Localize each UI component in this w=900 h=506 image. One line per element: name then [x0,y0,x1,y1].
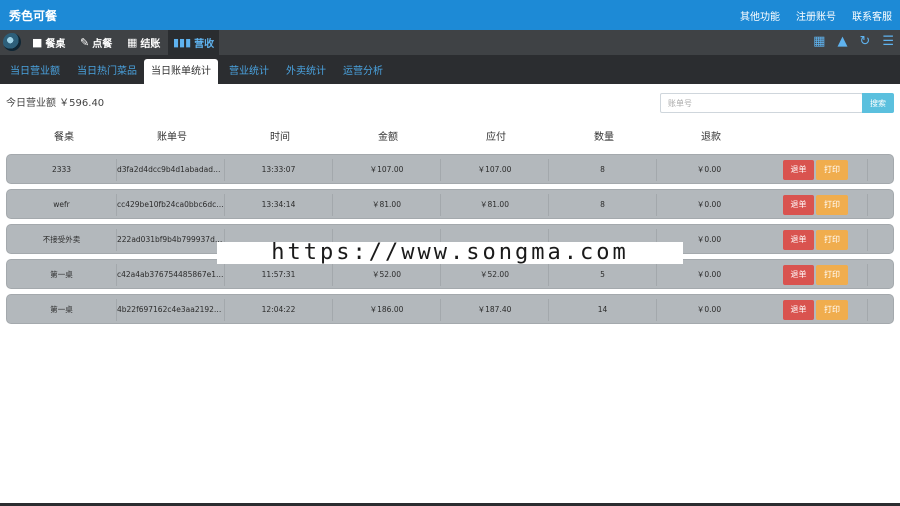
cell-amount: ￥81.00 [333,194,441,216]
nav-right-icons: ▦ ▲ ↻ ☰ [813,34,894,49]
col-quantity: 数量 [594,132,614,143]
cell-time: 13:34:14 [225,194,333,216]
cell-time: 11:57:31 [225,264,333,286]
nav-item-revenue[interactable]: ▮▮▮ 营收 [168,30,220,55]
logo-icon [3,33,21,51]
table-row: 第一桌 4b22f697162c4e3aa2192b93... 12:04:22… [6,294,894,324]
row-divider [867,159,868,181]
cell-bill-no: c42a4ab376754485867e1501... [117,264,225,286]
cell-quantity: 5 [549,264,657,286]
cell-payable: ￥107.00 [441,159,549,181]
cell-bill-no: d3fa2d4dcc9b4d1abadad477... [117,159,225,181]
today-revenue: 今日营业额 ￥596.40 [6,98,105,109]
print-button[interactable]: 打印 [816,300,848,320]
cell-time: 13:33:07 [225,159,333,181]
row-divider [867,299,868,321]
menu-icon[interactable]: ☰ [882,34,894,49]
watermark: https://www.songma.com [217,242,683,264]
cell-table: 不接受外卖 [7,229,117,251]
brand-title: 秀色可餐 [9,9,58,23]
nav-item-label: 营收 [194,39,215,50]
cell-bill-no: 4b22f697162c4e3aa2192b93... [117,299,225,321]
cell-quantity: 8 [549,194,657,216]
cell-quantity: 8 [549,159,657,181]
table-row: wefr cc429be10fb24ca0bbc6dc4d... 13:34:1… [6,189,894,219]
col-time: 时间 [270,132,290,143]
cell-refund: ￥0.00 [696,305,722,314]
bill-search-input[interactable] [660,93,863,113]
search-button[interactable]: 搜索 [862,93,894,113]
cell-payable: ￥81.00 [441,194,549,216]
calculator-icon: ▦ [127,36,138,49]
col-payable: 应付 [486,132,506,143]
cell-refund: ￥0.00 [696,165,722,174]
cancel-bill-button[interactable]: 退单 [783,195,814,215]
table-header: 餐桌 账单号 时间 金额 应付 数量 退款 [0,128,900,143]
cell-refund: ￥0.00 [696,270,722,279]
cancel-bill-button[interactable]: 退单 [783,160,814,180]
cell-bill-no: 222ad031bf9b4b799937d64... [117,229,225,251]
table-icon: ■ [32,36,43,49]
tab-delivery-stats[interactable]: 外卖统计 [279,59,333,84]
top-links: 其他功能 注册账号 联系客服 [740,8,892,23]
tab-bar: 当日营业额 当日热门菜品 当日账单统计 营业统计 外卖统计 运营分析 [0,55,900,84]
nav-item-order[interactable]: ✎ 点餐 [75,30,117,55]
bar-chart-icon: ▮▮▮ [173,36,192,49]
cell-payable: ￥187.40 [441,299,549,321]
nav-item-label: 结账 [140,39,161,50]
cell-bill-no: cc429be10fb24ca0bbc6dc4d... [117,194,225,216]
refresh-icon[interactable]: ↻ [859,34,870,49]
contact-support-link[interactable]: 联系客服 [852,8,892,23]
print-button[interactable]: 打印 [816,195,848,215]
app-root: 秀色可餐 其他功能 注册账号 联系客服 ■ 餐桌 ✎ 点餐 ▦ 结账 ▮▮▮ 营… [0,0,900,506]
cell-table: 第一桌 [7,264,117,286]
col-bill-no: 账单号 [157,132,187,143]
cell-refund: ￥0.00 [696,200,722,209]
col-refund: 退款 [701,132,721,143]
cell-amount: ￥52.00 [333,264,441,286]
book-icon: ✎ [80,36,90,49]
cell-amount: ￥186.00 [333,299,441,321]
tab-daily-revenue[interactable]: 当日营业额 [3,59,67,84]
cell-table: 2333 [7,159,117,181]
cell-payable: ￥52.00 [441,264,549,286]
col-table: 餐桌 [54,132,74,143]
row-divider [867,194,868,216]
cancel-bill-button[interactable]: 退单 [783,265,814,285]
cell-table: wefr [7,194,117,216]
bell-icon[interactable]: ▲ [837,34,847,49]
row-divider [867,229,868,251]
print-button[interactable]: 打印 [816,160,848,180]
nav-item-checkout[interactable]: ▦ 结账 [122,30,165,55]
print-button[interactable]: 打印 [816,265,848,285]
register-account-link[interactable]: 注册账号 [796,8,836,23]
print-button[interactable]: 打印 [816,230,848,250]
cell-table: 第一桌 [7,299,117,321]
table-row: 2333 d3fa2d4dcc9b4d1abadad477... 13:33:0… [6,154,894,184]
tab-bill-stats[interactable]: 当日账单统计 [144,59,218,84]
nav-item-label: 餐桌 [45,39,66,50]
tab-business-stats[interactable]: 营业统计 [222,59,276,84]
other-functions-link[interactable]: 其他功能 [740,8,780,23]
tab-hot-dishes[interactable]: 当日热门菜品 [70,59,144,84]
cell-amount: ￥107.00 [333,159,441,181]
col-amount: 金额 [378,132,398,143]
tab-operations-analysis[interactable]: 运营分析 [336,59,390,84]
cancel-bill-button[interactable]: 退单 [783,300,814,320]
cancel-bill-button[interactable]: 退单 [783,230,814,250]
nav-item-tables[interactable]: ■ 餐桌 [27,30,70,55]
row-divider [867,264,868,286]
nav-bar: ■ 餐桌 ✎ 点餐 ▦ 结账 ▮▮▮ 营收 ▦ ▲ ↻ ☰ [0,30,900,55]
nav-item-label: 点餐 [92,39,113,50]
top-bar: 秀色可餐 其他功能 注册账号 联系客服 [0,0,900,30]
cell-quantity: 14 [549,299,657,321]
cell-time: 12:04:22 [225,299,333,321]
grid-icon[interactable]: ▦ [813,34,825,49]
